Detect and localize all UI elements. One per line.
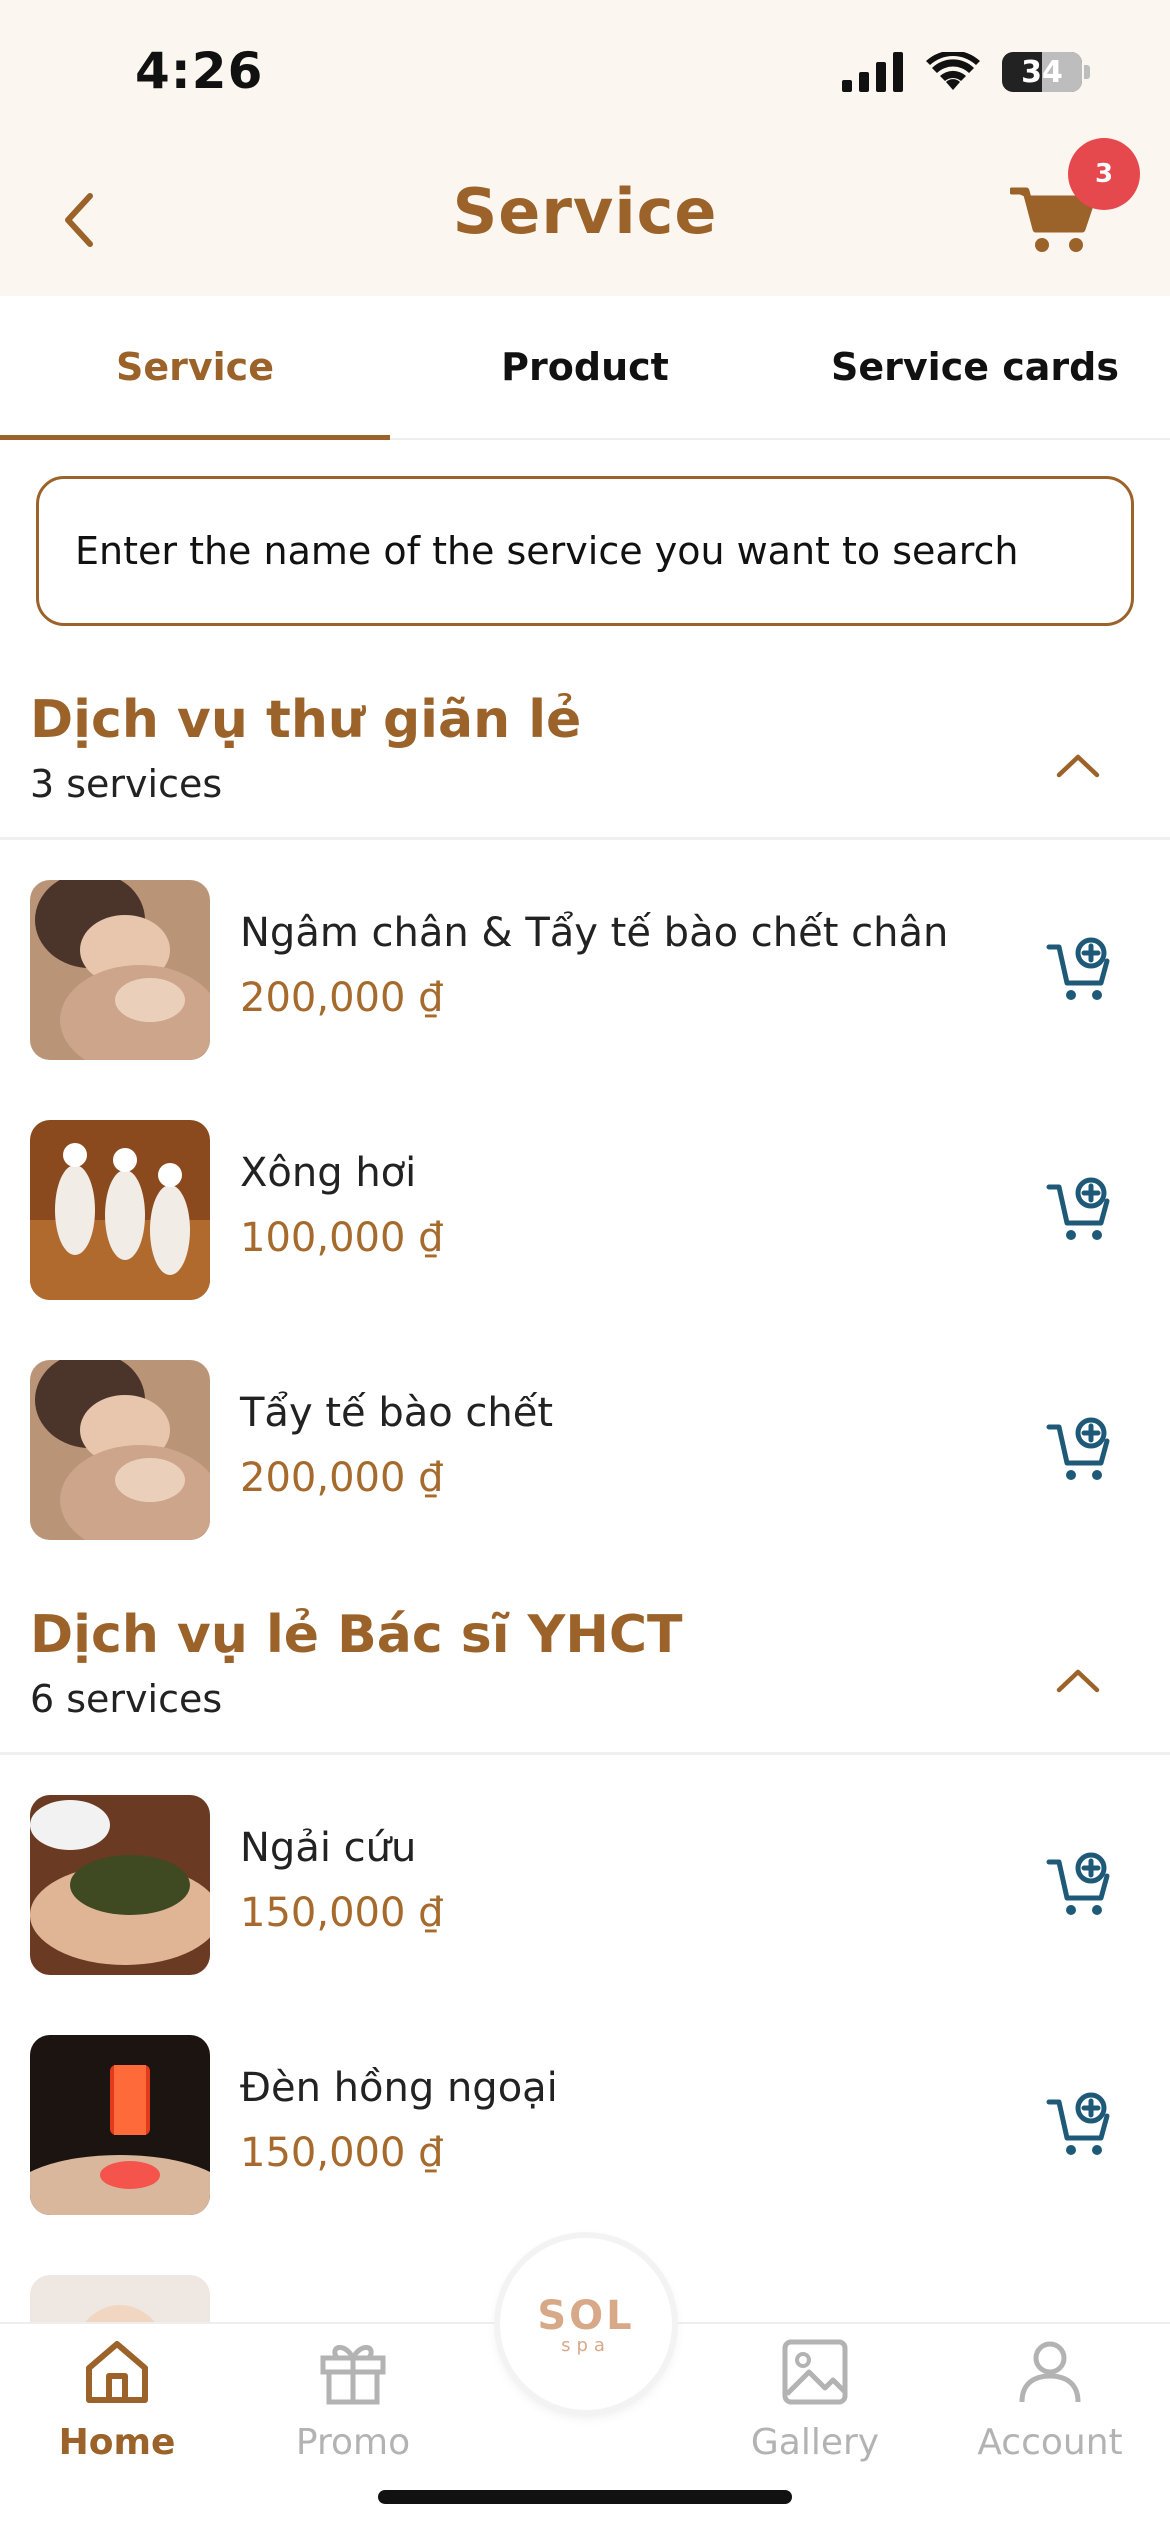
logo-subtext: spa — [561, 2334, 611, 2356]
tabbar-gallery[interactable]: Gallery — [725, 2336, 905, 2486]
service-price: 100,000 ₫ — [240, 1215, 444, 1261]
section-title: Dịch vụ lẻ Bác sĩ YHCT — [30, 1605, 683, 1665]
tab-service[interactable]: Service — [0, 296, 390, 440]
top-header: 4:26 34 Service 3 — [0, 0, 1170, 296]
list-item[interactable]: Ngải cứu 150,000 ₫ — [0, 1795, 1170, 1975]
search-box — [36, 476, 1134, 626]
service-thumbnail — [30, 2035, 210, 2215]
tabbar-home[interactable]: Home — [27, 2336, 207, 2486]
search-input[interactable] — [75, 529, 1131, 573]
tabbar-label: Gallery — [750, 2422, 880, 2463]
list-item[interactable]: Đèn hồng ngoại 150,000 ₫ — [0, 2035, 1170, 2215]
cellular-signal-icon — [842, 52, 903, 92]
image-icon — [782, 2339, 848, 2405]
battery-level: 34 — [1021, 54, 1063, 90]
tabbar-label: Promo — [295, 2422, 411, 2463]
section-header-relaxation[interactable]: Dịch vụ thư giãn lẻ 3 services — [0, 690, 1170, 840]
center-logo-button[interactable]: SOL spa — [500, 2238, 672, 2410]
cart-count-badge: 3 — [1068, 138, 1140, 210]
service-name: Ngải cứu — [240, 1825, 417, 1871]
home-icon — [86, 2341, 148, 2403]
gift-icon — [320, 2345, 386, 2405]
status-icons: 34 — [842, 52, 1090, 92]
list-item[interactable]: Tẩy tế bào chết 200,000 ₫ — [0, 1360, 1170, 1540]
add-to-cart-icon[interactable] — [1045, 1850, 1115, 1920]
service-thumbnail — [30, 1795, 210, 1975]
list-item[interactable]: Ngâm chân & Tẩy tế bào chết chân 200,000… — [0, 880, 1170, 1060]
service-price: 200,000 ₫ — [240, 975, 444, 1021]
section-header-doctor[interactable]: Dịch vụ lẻ Bác sĩ YHCT 6 services — [0, 1605, 1170, 1755]
service-price: 150,000 ₫ — [240, 2130, 444, 2176]
tabbar-label: Account — [977, 2422, 1123, 2463]
service-price: 150,000 ₫ — [240, 1890, 444, 1936]
service-thumbnail — [30, 1360, 210, 1540]
chevron-up-icon[interactable] — [1055, 745, 1101, 785]
tab-product[interactable]: Product — [390, 296, 780, 438]
service-price: 200,000 ₫ — [240, 1455, 444, 1501]
tabbar-promo[interactable]: Promo — [263, 2336, 443, 2486]
service-name: Ngâm chân & Tẩy tế bào chết chân — [240, 910, 949, 956]
tabbar-label: Home — [58, 2422, 176, 2463]
wifi-icon — [926, 52, 980, 90]
home-indicator — [378, 2490, 792, 2504]
service-name: Tẩy tế bào chết — [240, 1390, 554, 1436]
service-name: Đèn hồng ngoại — [240, 2065, 558, 2111]
service-thumbnail — [30, 1120, 210, 1300]
service-name: Xông hơi — [240, 1150, 417, 1196]
category-tabs: Service Product Service cards — [0, 296, 1170, 440]
section-count: 6 services — [30, 1677, 223, 1721]
status-time: 4:26 — [135, 42, 264, 100]
service-thumbnail — [30, 2275, 210, 2322]
add-to-cart-icon[interactable] — [1045, 935, 1115, 1005]
service-thumbnail — [30, 880, 210, 1060]
battery-icon: 34 — [1002, 52, 1082, 92]
user-icon — [1019, 2341, 1081, 2403]
tabbar-account[interactable]: Account — [960, 2336, 1140, 2486]
add-to-cart-icon[interactable] — [1045, 1415, 1115, 1485]
chevron-up-icon[interactable] — [1055, 1660, 1101, 1700]
section-title: Dịch vụ thư giãn lẻ — [30, 690, 582, 750]
add-to-cart-icon[interactable] — [1045, 1175, 1115, 1245]
page-title: Service — [452, 175, 718, 248]
section-count: 3 services — [30, 762, 223, 806]
list-item[interactable]: Xông hơi 100,000 ₫ — [0, 1120, 1170, 1300]
logo-text: SOL — [537, 2292, 635, 2339]
battery-tip — [1084, 65, 1090, 79]
tab-service-cards[interactable]: Service cards — [780, 296, 1170, 438]
add-to-cart-icon[interactable] — [1045, 2090, 1115, 2160]
